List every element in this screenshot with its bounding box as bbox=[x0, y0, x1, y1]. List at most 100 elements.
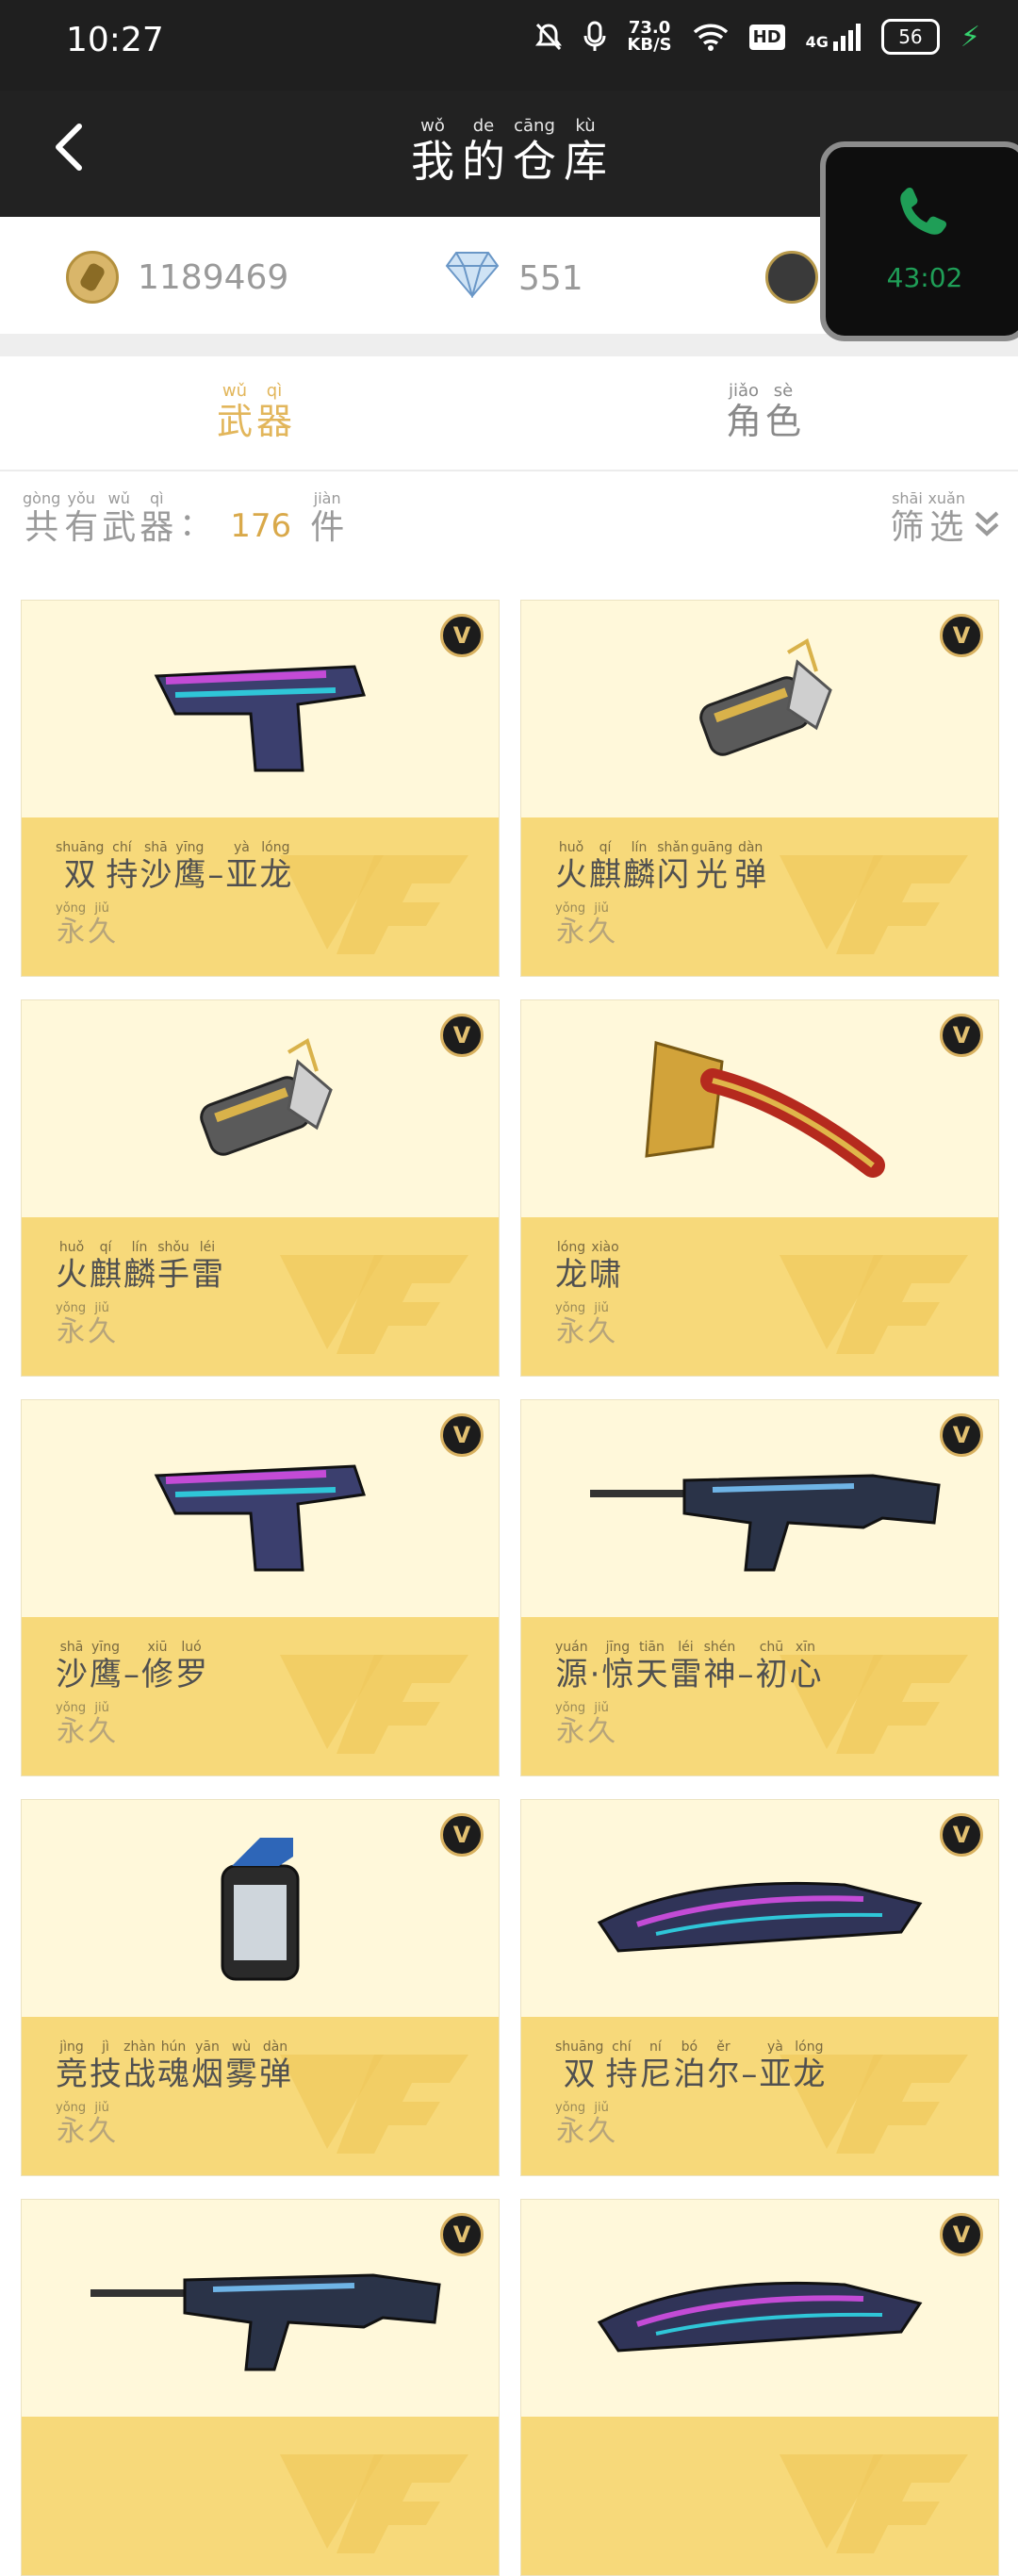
tab-label-text: 色 bbox=[765, 401, 802, 442]
weapon-card[interactable]: Vhuǒ 火 qí 麒 lín 麟 shǎn 闪 guāng 光 dàn 弹 yǒng 永 jiǔ 久 bbox=[520, 600, 999, 977]
duration-text: 久 bbox=[88, 2115, 117, 2148]
weapon-card[interactable]: Vshuāng 双 chí 持 ní 尼 bó 泊 ěr 尔 – yà 亚 lóng 龙 yǒng 永 jiǔ 久 bbox=[520, 1799, 999, 2176]
vip-badge-icon: V bbox=[940, 1413, 983, 1457]
cf-logo-watermark bbox=[780, 1255, 968, 1354]
knife-icon bbox=[521, 1800, 998, 2017]
weapon-name-text: 沙 bbox=[140, 856, 172, 894]
weapon-name-text: 闪 bbox=[657, 856, 689, 894]
weapon-name-text: 尔 bbox=[707, 2056, 740, 2093]
weapon-name-char: yuán 源 bbox=[555, 1640, 588, 1694]
weapon-name-pinyin: jìng bbox=[59, 2039, 84, 2055]
weapon-name-char: jīng 惊 bbox=[601, 1640, 633, 1694]
weapon-card[interactable]: Vhuǒ 火 qí 麒 lín 麟 shǒu 手 léi 雷 yǒng 永 jiǔ 久 bbox=[21, 999, 500, 1377]
duration-text: 久 bbox=[587, 2115, 616, 2148]
status-bar: 10:27 73.0 KB/S HD 4G 56 ⚡ bbox=[0, 0, 1018, 91]
weapon-info-panel: huǒ 火 qí 麒 lín 麟 shǒu 手 léi 雷 yǒng 永 jiǔ 久 bbox=[22, 1217, 499, 1376]
weapon-name-text: 烟 bbox=[191, 2056, 223, 2093]
weapon-name-pinyin bbox=[214, 840, 218, 855]
weapon-card[interactable]: Vshuāng 双 chí 持 shā 沙 yīng 鹰 – yà 亚 lóng 龙 yǒng 永 jiǔ 久 bbox=[21, 600, 500, 977]
weapon-name-char: xiào 啸 bbox=[589, 1240, 621, 1295]
vip-badge-icon: V bbox=[440, 1813, 484, 1857]
weapon-name-text: 鹰 bbox=[173, 856, 206, 894]
weapon-name-text: 火 bbox=[56, 1256, 88, 1294]
weapon-name-char: xiū 修 bbox=[141, 1640, 173, 1694]
duration-text: 永 bbox=[57, 2115, 86, 2148]
weapon-duration: yǒng 永 jiǔ 久 bbox=[56, 1702, 116, 1749]
weapon-name-text: · bbox=[589, 1656, 600, 1693]
vip-badge-icon: V bbox=[440, 1413, 484, 1457]
weapon-name-text: 心 bbox=[789, 1656, 822, 1693]
tab-characters[interactable]: jiǎo 角 sè 色 bbox=[509, 356, 1018, 470]
weapon-name-char: jìng 竞 bbox=[56, 2039, 88, 2094]
duration-text: 永 bbox=[57, 1315, 86, 1348]
weapon-name-pinyin: huǒ bbox=[558, 840, 584, 855]
weapon-name-pinyin: lín bbox=[131, 1240, 148, 1255]
weapon-name-char: ní 尼 bbox=[639, 2039, 671, 2094]
signal-icon: 4G bbox=[806, 23, 861, 51]
weapon-name-char: guāng 光 bbox=[691, 840, 732, 895]
weapon-name-pinyin: qí bbox=[599, 840, 612, 855]
weapon-duration: yǒng 永 jiǔ 久 bbox=[555, 1702, 616, 1749]
weapon-name-char: shuāng 双 bbox=[555, 2039, 603, 2094]
mic-icon bbox=[583, 21, 606, 51]
weapon-info-panel: shuāng 双 chí 持 shā 沙 yīng 鹰 – yà 亚 lóng 龙 yǒng 永 jiǔ 久 bbox=[22, 817, 499, 976]
grenade-icon bbox=[521, 601, 998, 817]
weapon-name-char: chū 初 bbox=[755, 1640, 787, 1694]
weapon-name-char: shén 神 bbox=[703, 1640, 735, 1694]
weapon-card[interactable]: Vjìng 竞 jì 技 zhàn 战 hún 魂 yān 烟 wù 雾 dàn 弹 yǒng 永 jiǔ 久 bbox=[21, 1799, 500, 2176]
tab-label-char: sè 色 bbox=[765, 383, 801, 443]
weapon-card[interactable]: V bbox=[21, 2199, 500, 2576]
cf-logo-watermark bbox=[780, 855, 968, 954]
weapon-name-char: xīn 心 bbox=[789, 1640, 821, 1694]
vip-badge-icon: V bbox=[440, 1014, 484, 1057]
weapon-name-char: yān 烟 bbox=[191, 2039, 223, 2094]
summary-label-pinyin: wǔ bbox=[107, 489, 130, 507]
cf-logo-watermark bbox=[280, 855, 468, 954]
vip-badge-icon: V bbox=[440, 614, 484, 657]
weapon-name-char: shuāng 双 bbox=[56, 840, 104, 895]
title-text: 我 bbox=[411, 136, 454, 187]
weapon-name-pinyin: lóng bbox=[556, 1240, 586, 1255]
coin-amount: 1189469 bbox=[138, 257, 289, 297]
weapon-name-text: 沙 bbox=[56, 1656, 88, 1693]
tab-label-char: wǔ 武 bbox=[217, 383, 253, 443]
tab-weapons[interactable]: wǔ 武 qì 器 bbox=[0, 356, 509, 470]
weapon-grid: Vshuāng 双 chí 持 shā 沙 yīng 鹰 – yà 亚 lóng 龙 yǒng 永 jiǔ 久… bbox=[21, 600, 999, 2576]
weapon-name-text: 啸 bbox=[589, 1256, 621, 1294]
weapon-card[interactable]: Vshā 沙 yīng 鹰 – xiū 修 luó 罗 yǒng 永 jiǔ 久 bbox=[21, 1399, 500, 1776]
filter-label-pinyin: shāi bbox=[892, 489, 923, 507]
weapon-name-text: – bbox=[741, 2056, 758, 2093]
summary-label-text: 武 bbox=[102, 508, 137, 547]
duration-text: 久 bbox=[587, 916, 616, 949]
title-text: 仓 bbox=[513, 136, 556, 187]
tab-label-text: 器 bbox=[256, 401, 293, 442]
tab-label-pinyin: jiǎo bbox=[728, 381, 760, 401]
weapon-name-pinyin bbox=[129, 1640, 133, 1655]
weapon-card[interactable]: V bbox=[520, 2199, 999, 2576]
weapon-name-char: yīng 鹰 bbox=[90, 1640, 122, 1694]
knife-icon bbox=[521, 2200, 998, 2417]
call-bubble[interactable]: 43:02 bbox=[820, 141, 1018, 341]
weapon-name-pinyin: xiào bbox=[591, 1240, 619, 1255]
hd-icon: HD bbox=[748, 24, 785, 50]
weapon-name-text: 战 bbox=[123, 2056, 156, 2093]
weapon-name-pinyin: zhàn bbox=[123, 2039, 156, 2055]
filter-button[interactable]: shāi 筛 xuǎn 选 bbox=[890, 490, 1001, 549]
duration-char: jiǔ 久 bbox=[88, 902, 116, 949]
weapon-name-char: lóng 龙 bbox=[259, 840, 291, 895]
weapon-card[interactable]: Vyuán 源 · jīng 惊 tiān 天 léi 雷 shén 神 – chū 初 xīn 心 yǒn… bbox=[520, 1399, 999, 1776]
weapon-card[interactable]: Vlóng 龙 xiào 啸 yǒng 永 jiǔ 久 bbox=[520, 999, 999, 1377]
duration-text: 久 bbox=[88, 1315, 117, 1348]
filter-label-char: shāi 筛 bbox=[890, 490, 924, 549]
duration-char: yǒng 永 bbox=[555, 2102, 585, 2149]
summary-label-text: 共 bbox=[25, 508, 59, 547]
summary-unit-pinyin: jiàn bbox=[313, 489, 341, 507]
duration-text: 永 bbox=[57, 916, 86, 949]
weapon-name-pinyin: ěr bbox=[716, 2039, 731, 2055]
weapon-name-pinyin: shǒu bbox=[157, 1240, 189, 1255]
charging-icon: ⚡ bbox=[960, 20, 980, 54]
vip-badge-icon: V bbox=[940, 2213, 983, 2256]
weapon-name-text: 技 bbox=[90, 2056, 122, 2093]
weapon-duration: yǒng 永 jiǔ 久 bbox=[555, 2102, 616, 2149]
weapon-name: shuāng 双 chí 持 shā 沙 yīng 鹰 – yà 亚 lóng 龙 bbox=[56, 840, 291, 895]
